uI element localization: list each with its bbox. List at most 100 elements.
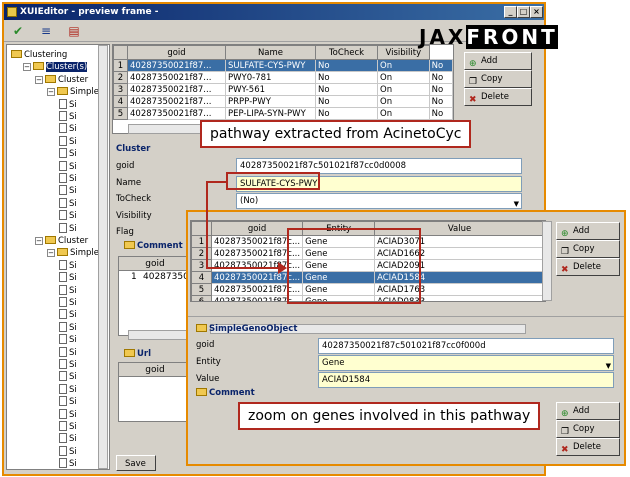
validate-icon[interactable]: ✔ <box>10 23 26 39</box>
tree-leaf-item[interactable]: Si <box>59 284 77 297</box>
cluster_table-column-header[interactable]: Name <box>225 45 316 60</box>
tree-leaf-item[interactable]: Si <box>59 458 77 469</box>
gene-table-vscroll[interactable] <box>542 221 552 301</box>
row-number[interactable]: 4 <box>113 95 128 108</box>
table-cell[interactable]: 40287350021f87... <box>127 59 226 72</box>
title-bar[interactable]: XUIEditor - preview frame - <box>4 4 544 20</box>
tree-folder-item[interactable]: Clustering <box>11 49 67 61</box>
delete-button[interactable]: ✖ Delete <box>464 88 532 106</box>
expand-toggle-icon[interactable]: − <box>35 75 43 84</box>
minimize-button[interactable]: _ <box>504 6 517 18</box>
tree-leaf-item[interactable]: Si <box>59 148 77 160</box>
tree-leaf-item[interactable]: Si <box>59 371 77 383</box>
cluster_table-column-header[interactable]: goid <box>127 45 226 60</box>
tree-folder-item[interactable]: − Cluster <box>35 235 88 247</box>
table-row[interactable]: 4 40287350021f87... PRPP-PWY No On No <box>113 95 453 108</box>
table-cell[interactable]: 40287350021f87... <box>127 95 226 108</box>
gene-add-button[interactable]: ⊕ Add <box>556 222 620 240</box>
table-cell[interactable]: No <box>428 83 453 96</box>
tree-leaf-item[interactable]: Si <box>59 272 77 284</box>
table-cell[interactable]: No <box>428 71 453 84</box>
table-row[interactable]: 3 40287350021f87... PWY-561 No On No <box>113 83 453 96</box>
table-row[interactable]: 1 40287350021f87... SULFATE-CYS-PWY No On No <box>113 59 453 72</box>
tree-leaf-item[interactable]: Si <box>59 111 77 123</box>
tree-view[interactable]: Clustering − Cluster(s) − Cluster − Simple Si Si… <box>6 44 110 470</box>
gene-value-field[interactable]: ACIAD1584 <box>318 372 614 388</box>
tree-leaf-item[interactable]: Si <box>59 421 77 433</box>
comment-hscroll[interactable] <box>128 330 190 340</box>
table-cell[interactable]: PRPP-PWY <box>225 95 316 108</box>
gene-copy-button[interactable]: ❐ Copy <box>556 240 620 258</box>
table-row[interactable]: 2 40287350021f87... PWY0-781 No On No <box>113 71 453 84</box>
tree-leaf-item[interactable]: Si <box>59 173 77 185</box>
tree-leaf-item[interactable]: Si <box>59 123 77 135</box>
row-number[interactable]: 2 <box>191 247 212 260</box>
tree-leaf-item[interactable]: Si <box>59 359 77 371</box>
tree-leaf-item[interactable]: Si <box>59 197 77 210</box>
tree-folder-item[interactable]: − Cluster(s) <box>23 61 88 73</box>
tree-leaf-item[interactable]: Si <box>59 321 77 334</box>
tree-leaf-item[interactable]: Si <box>59 135 77 148</box>
save-button[interactable]: Save <box>116 455 156 471</box>
tree-leaf-item[interactable]: Si <box>59 383 77 396</box>
tree-leaf-item[interactable]: Si <box>59 334 77 346</box>
row-number[interactable]: 6 <box>191 295 212 301</box>
cluster_table-column-header[interactable] <box>113 45 128 60</box>
expand-toggle-icon[interactable]: − <box>35 237 43 245</box>
gene_table-column-header[interactable] <box>191 221 212 236</box>
table-cell[interactable]: No <box>315 107 378 120</box>
table-cell[interactable]: On <box>377 59 430 72</box>
pdf-icon[interactable]: ▤ <box>66 23 82 39</box>
tree-leaf-item[interactable]: Si <box>59 160 77 173</box>
tree-leaf-item[interactable]: Si <box>59 259 77 272</box>
row-number[interactable]: 1 <box>113 59 128 72</box>
tree-leaf-item[interactable]: Si <box>59 346 77 359</box>
tree-folder-item[interactable]: − Simple <box>47 86 99 98</box>
gene-delete-button[interactable]: ✖ Delete <box>556 258 620 276</box>
row-number[interactable]: 5 <box>113 107 128 120</box>
table-cell[interactable]: PWY0-781 <box>225 71 316 84</box>
list-icon[interactable]: ≡ <box>38 23 54 39</box>
gene-goid-field[interactable]: 40287350021f87c501021f87cc0f000d <box>318 338 614 354</box>
table-cell[interactable]: No <box>315 95 378 108</box>
row-number[interactable]: 2 <box>113 71 128 84</box>
table-cell[interactable]: No <box>428 95 453 108</box>
comment-delete-button[interactable]: ✖ Delete <box>556 438 620 456</box>
row-number[interactable]: 3 <box>113 83 128 96</box>
tree-leaf-item[interactable]: Si <box>59 185 77 197</box>
expand-toggle-icon[interactable]: − <box>47 249 55 258</box>
table-cell[interactable]: No <box>315 59 378 72</box>
expand-toggle-icon[interactable]: − <box>47 88 55 97</box>
table-cell[interactable]: SULFATE-CYS-PWY <box>225 59 316 72</box>
tree-leaf-item[interactable]: Si <box>59 297 77 309</box>
table-cell[interactable]: PWY-561 <box>225 83 316 96</box>
row-number[interactable]: 5 <box>191 283 212 296</box>
table-cell[interactable]: No <box>315 71 378 84</box>
table-cell[interactable]: PEP-LIPA-SYN-PWY <box>225 107 316 120</box>
maximize-button[interactable]: □ <box>517 6 530 18</box>
table-cell[interactable]: No <box>428 59 453 72</box>
add-button[interactable]: ⊕ Add <box>464 52 532 70</box>
row-number[interactable]: 3 <box>191 259 212 272</box>
table-cell[interactable]: On <box>377 107 430 120</box>
table-cell[interactable]: 40287350021f87... <box>127 107 226 120</box>
comment-row-value[interactable]: 40287350021 <box>143 271 189 283</box>
comment-add-button[interactable]: ⊕ Add <box>556 402 620 420</box>
tree-folder-item[interactable]: − Simple <box>47 247 99 259</box>
tree-folder-item[interactable]: − Cluster <box>35 74 88 86</box>
table-cell[interactable]: On <box>377 71 430 84</box>
tree-leaf-item[interactable]: Si <box>59 222 77 235</box>
gene-entity-combo[interactable]: Gene ▼ <box>318 355 614 371</box>
close-button[interactable]: × <box>530 6 543 18</box>
tree-leaf-item[interactable]: Si <box>59 445 77 458</box>
tree-leaf-item[interactable]: Si <box>59 309 77 321</box>
tree-scrollbar[interactable] <box>98 45 108 469</box>
cluster_table-column-header[interactable]: ToCheck <box>315 45 378 60</box>
table-cell[interactable]: No <box>428 107 453 120</box>
table-row[interactable]: 5 40287350021f87... PEP-LIPA-SYN-PWY No On No <box>113 107 453 120</box>
tree-leaf-item[interactable]: Si <box>59 210 77 222</box>
tocheck-combo[interactable]: (No) ▼ <box>236 193 522 209</box>
table-cell[interactable]: On <box>377 95 430 108</box>
copy-button[interactable]: ❐ Copy <box>464 70 532 88</box>
comment-copy-button[interactable]: ❐ Copy <box>556 420 620 438</box>
